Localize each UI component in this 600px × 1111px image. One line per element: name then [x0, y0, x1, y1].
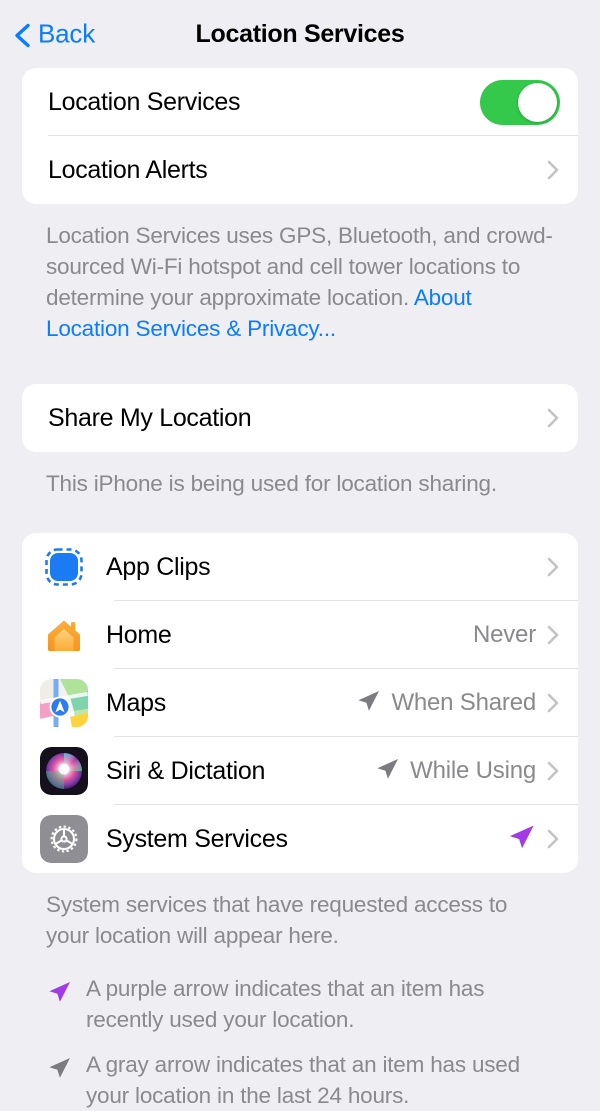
page-title: Location Services	[195, 19, 405, 48]
purple-location-arrow-icon	[506, 822, 536, 857]
row-app-clips[interactable]: App Clips	[22, 533, 578, 601]
row-label: Location Services	[48, 87, 241, 116]
location-services-screen: Back Location Services Location Services…	[0, 0, 600, 1108]
row-label: Home	[106, 620, 172, 649]
row-home[interactable]: Home Never	[22, 601, 578, 669]
chevron-right-icon	[546, 623, 560, 647]
gray-location-arrow-icon	[374, 756, 400, 787]
siri-icon	[40, 747, 88, 795]
gray-location-arrow-icon	[355, 688, 381, 719]
legend-item-gray: A gray arrow indicates that an item has …	[46, 1049, 554, 1111]
row-accessory: When Shared	[355, 688, 560, 719]
row-label: App Clips	[106, 552, 211, 581]
row-share-my-location[interactable]: Share My Location	[22, 384, 578, 452]
row-maps[interactable]: Maps When Shared	[22, 669, 578, 737]
row-accessory	[506, 822, 560, 857]
row-accessory	[480, 79, 560, 125]
legend-item-purple: A purple arrow indicates that an item ha…	[46, 973, 554, 1035]
chevron-right-icon	[546, 406, 560, 430]
purple-location-arrow-icon	[46, 979, 72, 1010]
row-label: System Services	[106, 824, 288, 853]
legend-text: A purple arrow indicates that an item ha…	[86, 976, 485, 1032]
chevron-right-icon	[546, 158, 560, 182]
chevron-right-icon	[546, 555, 560, 579]
row-location-services[interactable]: Location Services	[22, 68, 578, 136]
row-siri-and-dictation[interactable]: Siri & Dictation While Using	[22, 737, 578, 805]
chevron-right-icon	[546, 759, 560, 783]
row-accessory: While Using	[374, 756, 560, 787]
row-location-alerts[interactable]: Location Alerts	[22, 136, 578, 204]
chevron-right-icon	[546, 827, 560, 851]
legend-text: A gray arrow indicates that an item has …	[86, 1052, 520, 1108]
row-accessory	[546, 406, 560, 430]
gray-location-arrow-icon	[46, 1055, 72, 1086]
system-services-icon	[40, 815, 88, 863]
share-my-location-card: Share My Location	[22, 384, 578, 452]
chevron-right-icon	[546, 691, 560, 715]
row-value: When Shared	[391, 689, 536, 716]
back-button[interactable]: Back	[12, 19, 95, 50]
location-services-card: Location Services Location Alerts	[22, 68, 578, 204]
row-label: Location Alerts	[48, 155, 208, 184]
row-system-services[interactable]: System Services	[22, 805, 578, 873]
app-clips-icon	[40, 543, 88, 591]
row-label: Maps	[106, 688, 166, 717]
toggle-knob	[518, 82, 557, 122]
home-icon	[40, 611, 88, 659]
chevron-left-icon	[12, 21, 34, 47]
location-services-toggle[interactable]	[480, 79, 560, 125]
row-label: Share My Location	[48, 403, 252, 432]
apps-card: App Clips Home Never Maps When Shared Si…	[22, 533, 578, 873]
row-accessory	[546, 555, 560, 579]
row-value: Never	[472, 621, 536, 648]
row-accessory	[546, 158, 560, 182]
share-location-footer: This iPhone is being used for location s…	[46, 471, 497, 496]
location-services-footer: Location Services uses GPS, Bluetooth, a…	[46, 220, 554, 344]
maps-icon	[40, 679, 88, 727]
row-accessory: Never	[473, 621, 560, 649]
row-value: While Using	[410, 757, 536, 784]
back-button-label: Back	[38, 18, 96, 49]
footer-text: Location Services uses GPS, Bluetooth, a…	[46, 223, 553, 310]
arrow-legend: A purple arrow indicates that an item ha…	[46, 973, 554, 1111]
system-services-footer: System services that have requested acce…	[46, 892, 508, 948]
navigation-bar: Back Location Services	[0, 0, 600, 68]
row-label: Siri & Dictation	[106, 756, 266, 785]
